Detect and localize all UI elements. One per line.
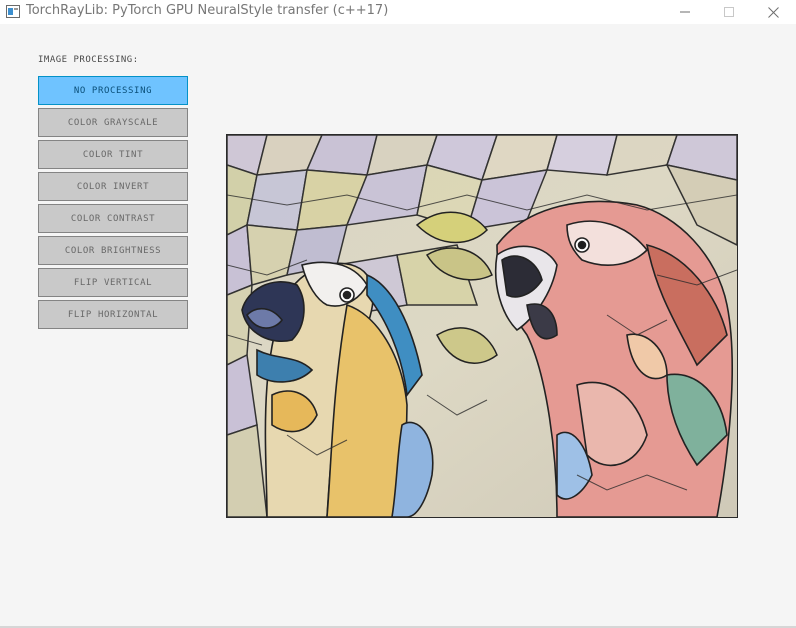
styled-image [226,134,738,518]
parrots-stained-glass-image [227,135,737,517]
color-contrast-button[interactable]: COLOR CONTRAST [38,204,188,233]
close-button[interactable] [750,0,796,24]
close-icon [767,6,779,18]
window-title: TorchRayLib: PyTorch GPU NeuralStyle tra… [26,3,389,18]
title-bar: TorchRayLib: PyTorch GPU NeuralStyle tra… [0,0,796,24]
maximize-button[interactable] [706,0,752,24]
flip-vertical-button[interactable]: FLIP VERTICAL [38,268,188,297]
app-content: IMAGE PROCESSING: NO PROCESSING COLOR GR… [0,24,796,626]
no-processing-button[interactable]: NO PROCESSING [38,76,188,105]
minimize-button[interactable] [662,0,708,24]
color-invert-button[interactable]: COLOR INVERT [38,172,188,201]
flip-horizontal-button[interactable]: FLIP HORIZONTAL [38,300,188,329]
color-tint-button[interactable]: COLOR TINT [38,140,188,169]
color-grayscale-button[interactable]: COLOR GRAYSCALE [38,108,188,137]
image-processing-label: IMAGE PROCESSING: [38,55,139,65]
app-icon [6,5,20,18]
color-brightness-button[interactable]: COLOR BRIGHTNESS [38,236,188,265]
maximize-icon [724,7,734,17]
minimize-icon [680,11,690,13]
